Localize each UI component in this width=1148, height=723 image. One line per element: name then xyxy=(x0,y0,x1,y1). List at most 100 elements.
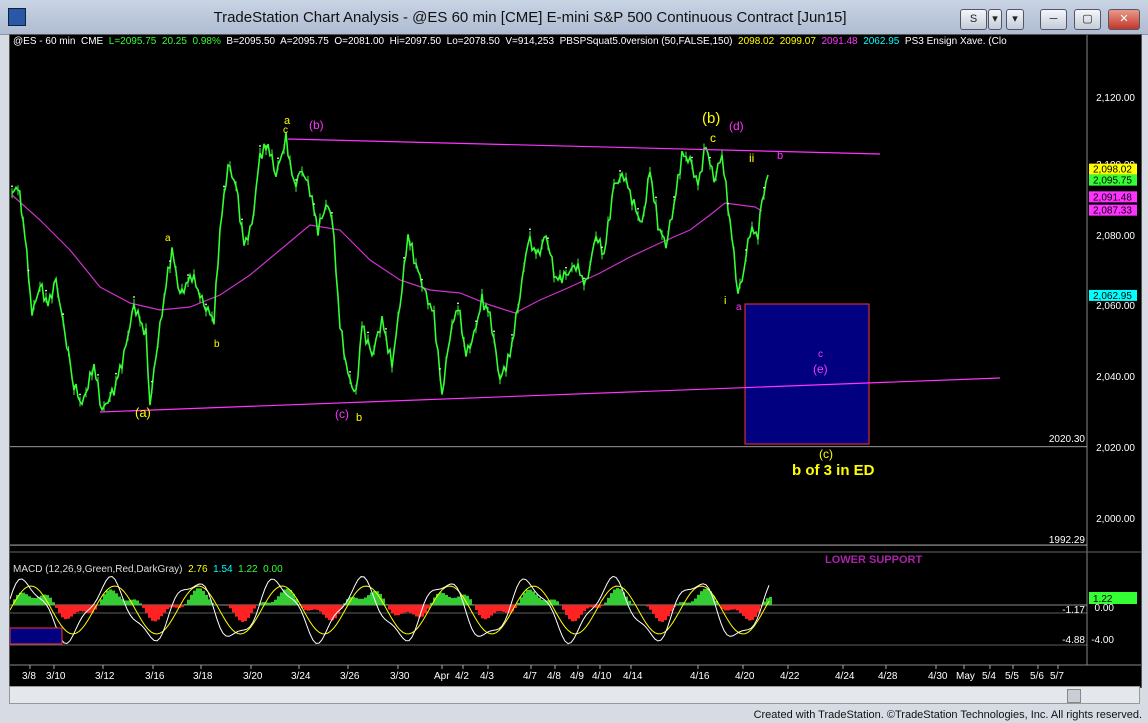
hline-label-2020: 2020.30 xyxy=(1049,434,1086,445)
time-tick: 4/28 xyxy=(878,671,898,682)
chart-svg[interactable]: 2,120.00 2,100.00 2,080.00 2,060.00 2,04… xyxy=(10,35,1141,687)
price-marker xyxy=(439,367,441,370)
legend-volume: V=914,253 xyxy=(505,36,555,47)
price-axis: 2,120.00 2,100.00 2,080.00 2,060.00 2,04… xyxy=(1096,93,1135,525)
macd-histogram-bar xyxy=(271,601,274,605)
price-marker xyxy=(529,228,531,231)
price-tick: 2,080.00 xyxy=(1096,231,1135,242)
minimize-button[interactable]: ─ xyxy=(1040,9,1067,30)
macd-histogram-bar xyxy=(655,605,658,619)
time-tick: 4/20 xyxy=(735,671,755,682)
time-tick: 4/14 xyxy=(623,671,643,682)
close-button[interactable]: ✕ xyxy=(1108,9,1140,30)
macd-histogram-bar xyxy=(517,602,520,605)
macd-histogram-bar xyxy=(562,605,565,610)
macd-histogram-bar xyxy=(175,605,178,608)
wave-label-c-paren-2: (c) xyxy=(819,447,833,461)
macd-histogram-bar xyxy=(109,589,112,605)
macd-histogram-bar xyxy=(487,605,490,619)
macd-histogram-bar xyxy=(613,589,616,605)
macd-legend-v1: 2.76 xyxy=(188,564,208,575)
macd-histogram-bar xyxy=(64,605,67,620)
price-marker xyxy=(619,170,621,172)
style-menu-button[interactable]: ▾ xyxy=(988,9,1002,30)
price-tick: 2,020.00 xyxy=(1096,443,1135,454)
macd-histogram-bar xyxy=(439,592,442,605)
wave-label-c-paren-1: (c) xyxy=(335,407,349,421)
macd-histogram-bar xyxy=(154,605,157,622)
macd-histogram-bar xyxy=(451,598,454,605)
horizontal-scrollbar[interactable] xyxy=(9,686,1140,704)
time-tick: 3/24 xyxy=(291,671,311,682)
options-menu-button[interactable]: ▾ xyxy=(1006,9,1024,30)
macd-histogram-bar xyxy=(25,594,28,605)
time-tick: 4/2 xyxy=(455,671,469,682)
macd-histogram-bar xyxy=(82,605,85,612)
macd-tick: -4.88 xyxy=(1062,635,1085,646)
legend-open: O=2081.00 xyxy=(334,36,385,47)
macd-histogram-bar xyxy=(538,597,541,605)
macd-histogram-bar xyxy=(589,605,592,608)
macd-histogram-bar xyxy=(358,598,361,605)
macd-histogram-bar xyxy=(424,605,427,614)
macd-histogram-bar xyxy=(310,605,313,611)
macd-histogram-bar xyxy=(676,603,679,605)
price-marker xyxy=(313,203,315,206)
macd-histogram-bar xyxy=(454,597,457,605)
time-tick: May xyxy=(956,671,975,682)
macd-histogram-bar xyxy=(193,590,196,605)
macd-histogram-bar xyxy=(355,597,358,605)
time-tick: 5/5 xyxy=(1005,671,1019,682)
macd-histogram-bar xyxy=(583,605,586,612)
minimize-icon: ─ xyxy=(1049,13,1058,25)
time-axis: 3/8 3/10 3/12 3/16 3/18 3/20 3/24 3/26 3/30 Apr 4/… xyxy=(22,665,1064,682)
maximize-icon: ▢ xyxy=(1082,13,1093,25)
time-tick: 4/3 xyxy=(480,671,494,682)
price-marker xyxy=(349,370,351,373)
symbol-link-button[interactable]: S xyxy=(960,9,987,30)
macd-histogram-bar xyxy=(367,595,370,605)
legend-high: Hi=2097.50 xyxy=(389,36,442,47)
macd-histogram-bar xyxy=(148,605,151,618)
price-marker xyxy=(169,260,171,263)
maximize-button[interactable]: ▢ xyxy=(1074,9,1101,30)
macd-histogram-bar xyxy=(232,605,235,613)
macd-histogram-bar xyxy=(475,605,478,611)
price-marker xyxy=(187,274,189,276)
macd-histogram-bar xyxy=(730,605,733,610)
scrollbar-thumb[interactable] xyxy=(1067,689,1081,703)
macd-histogram-bar xyxy=(163,605,166,613)
macd-histogram-bar xyxy=(505,605,508,613)
price-marker xyxy=(727,202,729,205)
macd-histogram-bar xyxy=(661,605,664,622)
macd-tick: -1.17 xyxy=(1062,605,1085,616)
macd-histogram-bar xyxy=(481,605,484,619)
macd-histogram-bar xyxy=(127,600,130,605)
price-marker xyxy=(403,256,405,259)
time-tick: 4/9 xyxy=(570,671,584,682)
macd-histogram-bar xyxy=(268,602,271,605)
price-marker xyxy=(205,303,207,306)
macd-histogram-bar xyxy=(244,605,247,622)
chart-area[interactable]: 2,120.00 2,100.00 2,080.00 2,060.00 2,04… xyxy=(9,34,1142,688)
price-marker xyxy=(565,266,567,269)
macd-histogram-bar xyxy=(184,604,187,605)
macd-histogram-bar xyxy=(388,605,391,610)
wave-label-c-mid: c xyxy=(710,131,716,145)
price-tick: 2,040.00 xyxy=(1096,372,1135,383)
macd-histogram-bar xyxy=(529,589,532,605)
moving-average-line xyxy=(11,194,763,314)
wave-label-c-top: c xyxy=(283,125,288,136)
macd-legend-v3: 1.22 xyxy=(238,564,258,575)
macd-histogram-bar xyxy=(703,588,706,605)
price-marker xyxy=(331,212,333,214)
macd-histogram-bar xyxy=(187,599,190,605)
time-tick: 4/10 xyxy=(592,671,612,682)
macd-histogram-bar xyxy=(55,605,58,608)
macd-legend-v2: 1.54 xyxy=(213,564,233,575)
macd-histogram-bar xyxy=(769,596,772,605)
macd-histogram-bar xyxy=(112,590,115,605)
macd-histogram-bar xyxy=(646,605,649,607)
price-tick: 2,120.00 xyxy=(1096,93,1135,104)
legend-change-pct: 0.98% xyxy=(192,36,221,47)
